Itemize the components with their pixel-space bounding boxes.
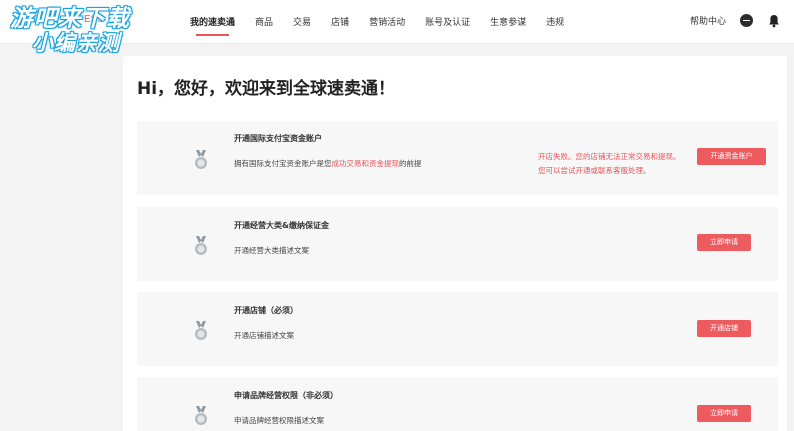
card-description: 开通经营大类描述文案 — [234, 246, 309, 255]
nav-item-marketing[interactable]: 营销活动 — [369, 15, 405, 28]
medal-icon — [191, 235, 211, 257]
nav-item-transactions[interactable]: 交易 — [293, 15, 311, 28]
page-title: Hi，您好，欢迎来到全球速卖通！ — [137, 79, 396, 99]
watermark-line-1: 游吧来下载 — [10, 6, 130, 32]
nav-item-account[interactable]: 账号及认证 — [425, 15, 470, 28]
medal-icon — [191, 405, 211, 427]
task-card-alipay-account: 开通国际支付宝资金账户 拥有国际支付宝资金账户是您成功交易和资金提现的前提 开店… — [137, 121, 778, 195]
screen: 我的速卖通 商品 交易 店铺 营销活动 账号及认证 生意参谋 违规 帮助中心 E… — [0, 0, 794, 431]
nav-right-group: 帮助中心 — [690, 13, 781, 28]
card-warning: 开店失败。您的店铺无法正常交易和提现。 您可以尝试开通或联系客服处理。 — [538, 152, 681, 175]
medal-icon — [191, 149, 211, 171]
nav-item-products[interactable]: 商品 — [255, 15, 273, 28]
bell-icon[interactable] — [767, 13, 781, 28]
card-description: 申请品牌经营权限描述文案 — [234, 416, 324, 425]
task-card-business-category: 开通经营大类&缴纳保证金 开通经营大类描述文案 立即申请 — [137, 207, 778, 281]
apply-now-button[interactable]: 立即申请 — [697, 405, 751, 422]
card-title: 申请品牌经营权限（非必须） — [234, 391, 338, 400]
nav-item-business-advisor[interactable]: 生意参谋 — [490, 15, 526, 28]
main-nav: 我的速卖通 商品 交易 店铺 营销活动 账号及认证 生意参谋 违规 — [190, 15, 584, 36]
task-card-brand-permission: 申请品牌经营权限（非必须） 申请品牌经营权限描述文案 立即申请 — [137, 377, 778, 431]
card-title: 开通国际支付宝资金账户 — [234, 134, 322, 143]
nav-item-violations[interactable]: 违规 — [546, 15, 564, 28]
watermark: 游吧来下载 小编亲测 — [10, 8, 130, 54]
card-title: 开通经营大类&缴纳保证金 — [234, 221, 329, 230]
open-store-button[interactable]: 开通店铺 — [697, 320, 751, 337]
nav-item-store[interactable]: 店铺 — [331, 15, 349, 28]
nav-item-my-aliexpress[interactable]: 我的速卖通 — [190, 15, 235, 36]
medal-icon — [191, 320, 211, 342]
watermark-line-2: 小编亲测 — [32, 31, 120, 55]
card-title: 开通店铺（必须） — [234, 306, 298, 315]
card-description-highlight: 成功交易和资金提现 — [331, 159, 400, 168]
task-card-open-store: 开通店铺（必须） 开通店铺描述文案 开通店铺 — [137, 292, 778, 366]
card-description: 开通店铺描述文案 — [234, 331, 294, 340]
avatar-icon[interactable] — [740, 13, 754, 27]
card-description: 拥有国际支付宝资金账户是您成功交易和资金提现的前提 — [234, 159, 422, 168]
apply-now-button[interactable]: 立即申请 — [697, 234, 751, 251]
help-center-link[interactable]: 帮助中心 — [690, 14, 726, 27]
open-fund-account-button[interactable]: 开通资金账户 — [697, 148, 766, 165]
